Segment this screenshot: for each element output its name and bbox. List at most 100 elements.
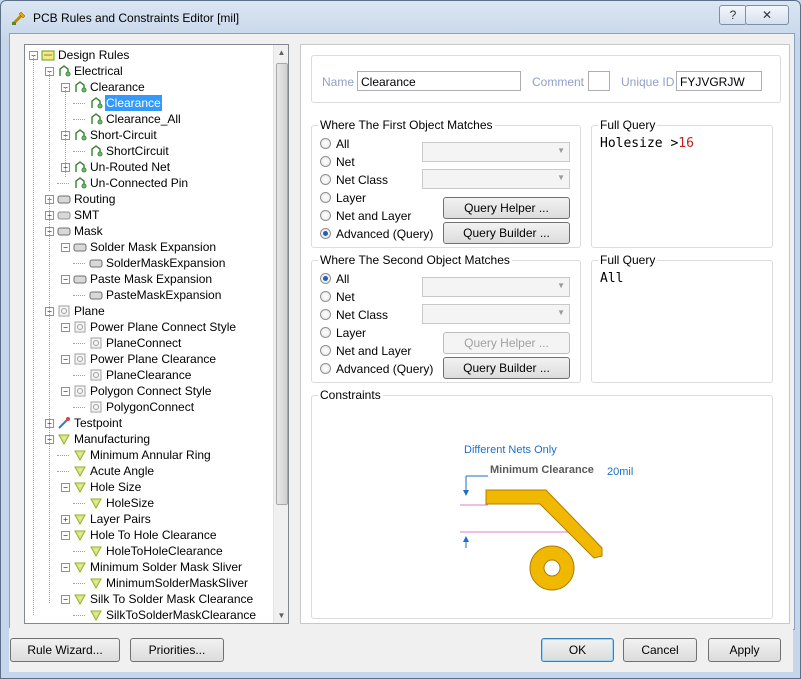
tree-node[interactable]: − Manufacturing [25,431,273,447]
first-query-builder-button[interactable]: Query Builder ... [443,222,570,244]
tree-node[interactable]: − Short-Circuit [25,127,273,143]
manufacturing-rule-icon [90,610,102,622]
tree-node[interactable]: Minimum Annular Ring [25,447,273,463]
tree-node[interactable]: + Routing [25,191,273,207]
comment-field[interactable] [588,71,610,91]
tree-node[interactable]: SolderMaskExpansion [25,255,273,271]
tree-node[interactable]: + SMT [25,207,273,223]
tree-node[interactable]: MinimumSolderMaskSliver [25,575,273,591]
scroll-thumb[interactable] [276,63,288,505]
tree-node[interactable]: PlaneConnect [25,335,273,351]
collapse-icon[interactable]: − [61,563,70,572]
rules-tree[interactable]: − Design Rules − Electrical − Clearance Cleara… [24,44,289,624]
close-button[interactable]: ✕ [745,5,789,25]
tree-node[interactable]: − Electrical [25,63,273,79]
tree-node[interactable]: + Testpoint [25,415,273,431]
mask-icon [73,275,87,284]
tree-node[interactable]: − Hole Size [25,479,273,495]
tree-node[interactable]: Un-Connected Pin [25,175,273,191]
collapse-icon[interactable]: − [61,595,70,604]
tree-connector [73,295,85,296]
tree-node-label: Testpoint [74,416,123,430]
name-label: Name [322,75,355,89]
unique-id-field[interactable]: FYJVGRJW [676,71,762,91]
help-button[interactable]: ? [719,5,747,25]
plane-icon [74,385,86,397]
tree-node[interactable]: ShortCircuit [25,143,273,159]
first-netclass-combo[interactable]: ▼ [422,169,570,189]
collapse-icon[interactable]: − [61,355,70,364]
collapse-icon[interactable]: − [61,275,70,284]
first-full-query-title: Full Query [598,118,658,132]
tree-node[interactable]: − Minimum Solder Mask Sliver [25,559,273,575]
tree-connector [73,407,85,408]
tree-node[interactable]: − Design Rules [25,47,273,63]
name-field[interactable]: Clearance [357,71,521,91]
tree-node[interactable]: − Power Plane Clearance [25,351,273,367]
manufacturing-icon [74,594,86,606]
tree-node-label: Short-Circuit [90,128,157,142]
second-full-query-text[interactable]: All [600,271,623,286]
radio-label: Net and Layer [336,344,412,358]
collapse-icon[interactable]: − [61,323,70,332]
tree-node[interactable]: HoleSize [25,495,273,511]
apply-button[interactable]: Apply [708,638,781,662]
tree-node[interactable]: HoleToHoleClearance [25,543,273,559]
cancel-button[interactable]: Cancel [623,638,697,662]
tree-node[interactable]: − Silk To Solder Mask Clearance [25,591,273,607]
radio-label: All [336,272,350,286]
mask-icon [57,227,71,236]
tree-node[interactable]: − Solder Mask Expansion [25,239,273,255]
manufacturing-rule-icon [90,546,102,558]
ok-button[interactable]: OK [541,638,614,662]
tree-node-label: Silk To Solder Mask Clearance [90,592,254,606]
tree-node[interactable]: − Hole To Hole Clearance [25,527,273,543]
tree-connector [73,615,85,616]
tree-node[interactable]: − Polygon Connect Style [25,383,273,399]
collapse-icon[interactable]: − [61,243,70,252]
collapse-icon[interactable]: − [61,483,70,492]
second-net-combo[interactable]: ▼ [422,277,570,297]
tree-node-label: SolderMaskExpansion [106,256,226,270]
tree-node[interactable]: PasteMaskExpansion [25,287,273,303]
tree-node[interactable]: Clearance_All [25,111,273,127]
rule-wizard-button[interactable]: Rule Wizard... [10,638,120,662]
second-query-helper-button[interactable]: Query Helper ... [443,332,570,354]
tree-node[interactable]: PlaneClearance [25,367,273,383]
constraints-title: Constraints [318,388,383,402]
radio-icon [320,309,331,320]
second-query-builder-button[interactable]: Query Builder ... [443,357,570,379]
scroll-down-icon[interactable]: ▼ [274,608,288,623]
first-net-combo[interactable]: ▼ [422,142,570,162]
expand-icon[interactable]: + [61,515,70,524]
tree-node[interactable]: − Clearance [25,79,273,95]
mask-rule-icon [89,259,103,268]
collapse-icon[interactable]: − [61,531,70,540]
tree-node[interactable]: − Mask [25,223,273,239]
scroll-up-icon[interactable]: ▲ [274,45,288,60]
second-netclass-combo[interactable]: ▼ [422,304,570,324]
tree-node[interactable]: Clearance [25,95,273,111]
first-full-query-text[interactable]: Holesize >16 [600,136,694,151]
radio-icon [320,210,331,221]
tree-node[interactable]: − Power Plane Connect Style [25,319,273,335]
tree-node[interactable]: − Plane [25,303,273,319]
dialog-footer: Rule Wizard... Priorities... OK Cancel A… [9,628,793,672]
tree-node[interactable]: PolygonConnect [25,399,273,415]
tree-node[interactable]: Acute Angle [25,463,273,479]
tree-guide-line [65,87,66,177]
tree-node[interactable]: − Paste Mask Expansion [25,271,273,287]
title-bar[interactable]: PCB Rules and Constraints Editor [mil] ?… [1,1,800,33]
manufacturing-rule-icon [90,578,102,590]
tree-connector [73,343,85,344]
tree-node[interactable]: SilkToSolderMaskClearance [25,607,273,623]
first-query-helper-button[interactable]: Query Helper ... [443,197,570,219]
priorities-button[interactable]: Priorities... [130,638,224,662]
tree-node[interactable]: + Un-Routed Net [25,159,273,175]
radio-label: Layer [336,326,367,340]
collapse-icon[interactable]: − [61,387,70,396]
tree-node-label: Power Plane Clearance [90,352,217,366]
tree-scrollbar[interactable]: ▲ ▼ [273,45,288,623]
second-full-query-title: Full Query [598,253,658,267]
tree-node[interactable]: + Layer Pairs [25,511,273,527]
